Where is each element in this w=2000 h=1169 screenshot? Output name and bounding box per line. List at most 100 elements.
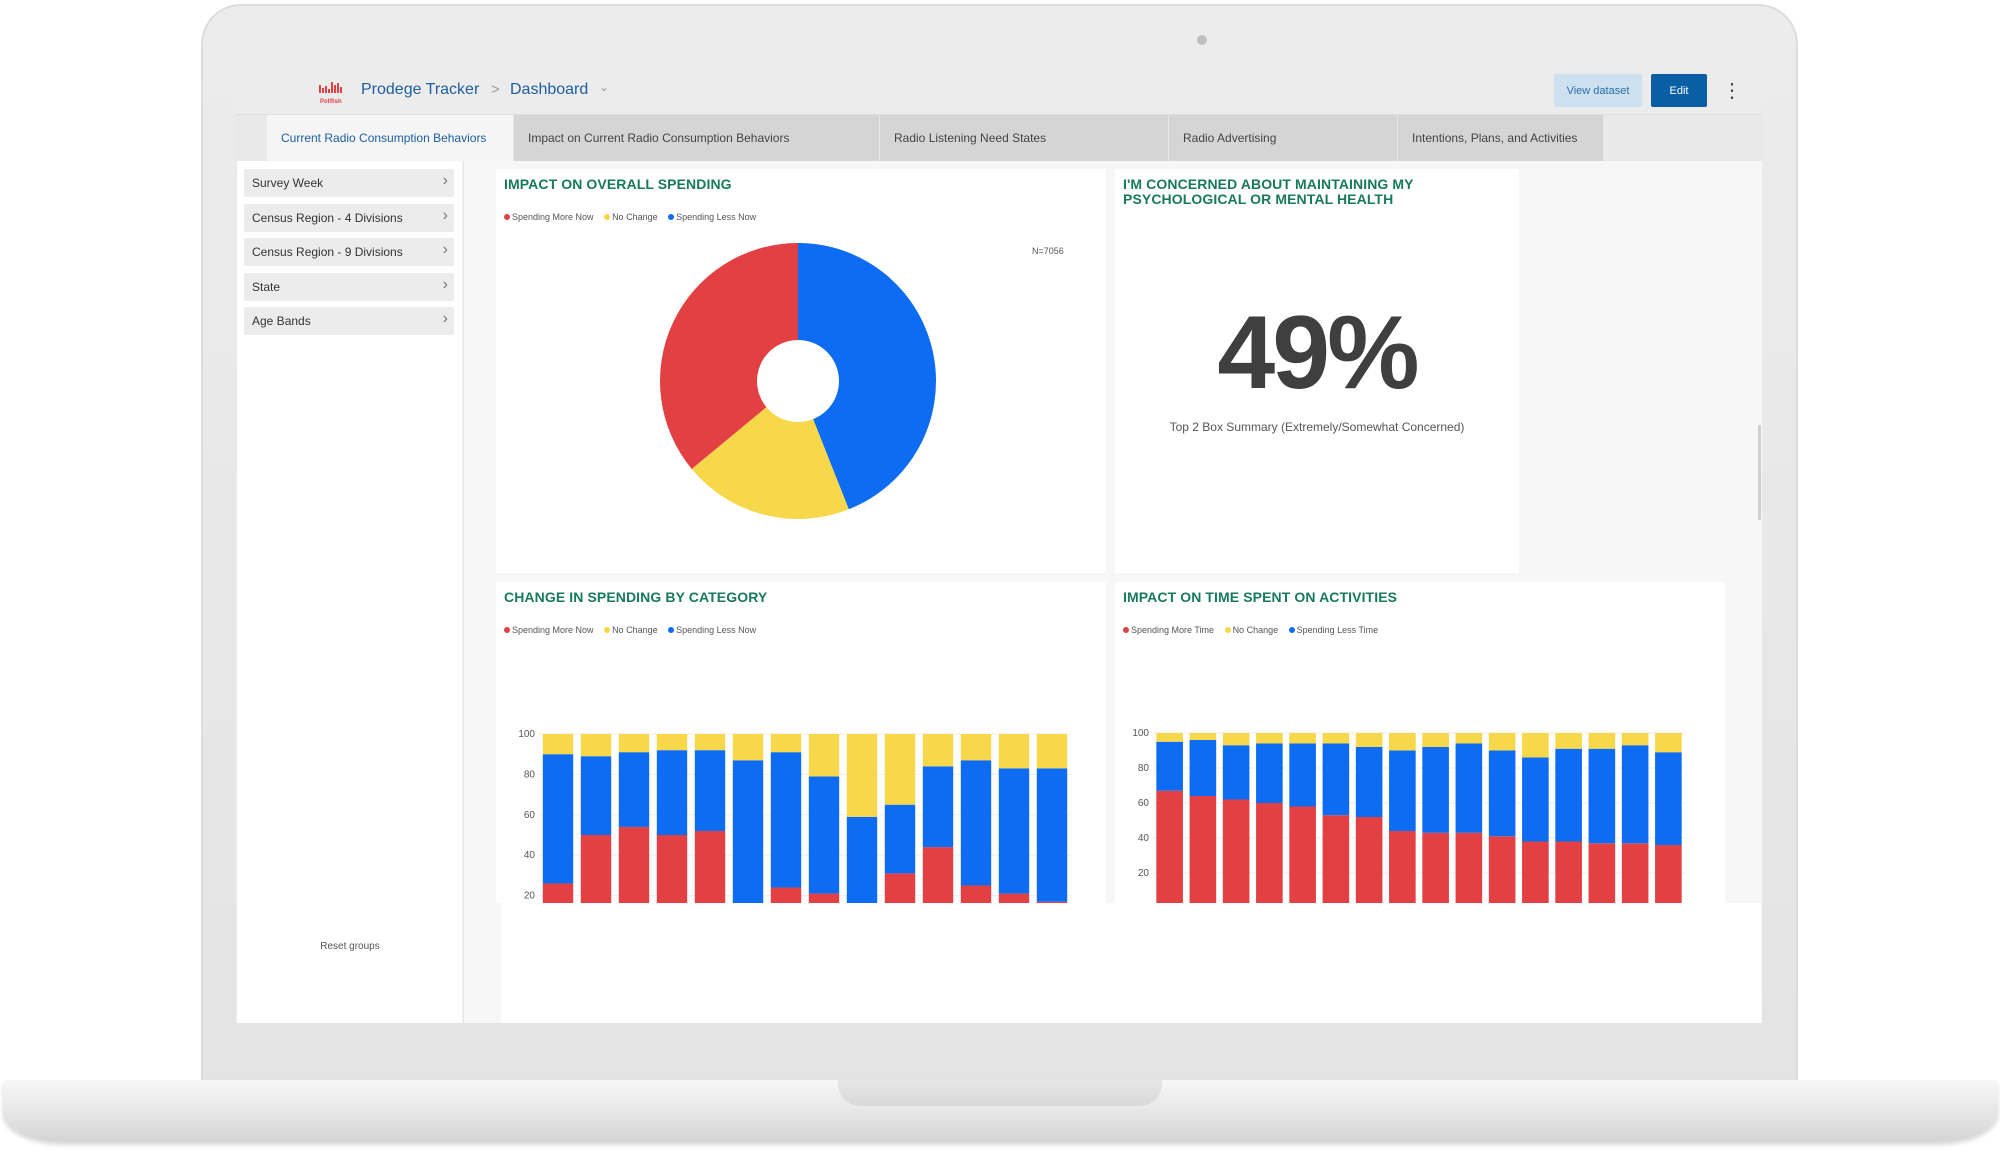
bar-segment-no-change[interactable] xyxy=(694,734,726,751)
tab-impact-on-radio-consumption[interactable]: Impact on Current Radio Consumption Beha… xyxy=(514,115,880,161)
pollfish-logo[interactable]: Pollfish xyxy=(317,79,349,107)
breadcrumb-dashboard[interactable]: Dashboard xyxy=(510,81,588,99)
bar-segment-no-change[interactable] xyxy=(808,734,840,777)
bar-segment-no-change[interactable] xyxy=(656,734,688,751)
bar-segment-less[interactable] xyxy=(1036,768,1068,902)
bar-segment-no-change[interactable] xyxy=(618,734,650,753)
bar-segment-no-change[interactable] xyxy=(1655,733,1682,753)
bar-segment-less[interactable] xyxy=(1322,743,1350,816)
bar-segment-less[interactable] xyxy=(1588,748,1616,844)
bar-segment-more[interactable] xyxy=(1555,841,1582,904)
edit-button[interactable]: Edit xyxy=(1651,74,1707,107)
bar-segment-less[interactable] xyxy=(998,768,1030,894)
bar-segment-more[interactable] xyxy=(1322,815,1350,903)
bar-segment-no-change[interactable] xyxy=(1189,733,1217,740)
bar-segment-less[interactable] xyxy=(960,760,992,886)
filter-age-bands[interactable]: Age Bands › xyxy=(244,307,454,335)
tab-radio-advertising[interactable]: Radio Advertising xyxy=(1169,115,1398,161)
tab-radio-listening-need-states[interactable]: Radio Listening Need States xyxy=(880,115,1169,161)
bar-segment-more[interactable] xyxy=(580,835,612,903)
bar-segment-less[interactable] xyxy=(732,760,764,903)
bar-segment-more[interactable] xyxy=(1488,836,1516,903)
bar-segment-more[interactable] xyxy=(656,835,688,903)
breadcrumb-app[interactable]: Prodege Tracker xyxy=(361,81,479,99)
bar-segment-no-change[interactable] xyxy=(1222,733,1250,746)
bar-segment-no-change[interactable] xyxy=(1036,734,1068,769)
bar-segment-less[interactable] xyxy=(1455,743,1483,833)
bar-segment-less[interactable] xyxy=(1222,745,1250,800)
bar-segment-more[interactable] xyxy=(1522,841,1549,904)
bar-segment-less[interactable] xyxy=(1289,743,1316,807)
bar-segment-more[interactable] xyxy=(998,893,1030,903)
bar-segment-less[interactable] xyxy=(1156,741,1183,791)
filter-census-region-9[interactable]: Census Region - 9 Divisions › xyxy=(244,238,454,266)
bar-segment-more[interactable] xyxy=(1289,806,1316,904)
bar-segment-more[interactable] xyxy=(1355,817,1383,903)
chevron-down-icon[interactable]: ⌄ xyxy=(599,80,609,94)
bar-segment-less[interactable] xyxy=(922,766,954,848)
bar-segment-no-change[interactable] xyxy=(542,734,574,755)
bar-segment-no-change[interactable] xyxy=(1621,733,1649,746)
bar-segment-more[interactable] xyxy=(922,847,954,903)
bar-segment-no-change[interactable] xyxy=(1389,733,1416,751)
bar-segment-no-change[interactable] xyxy=(846,734,878,817)
bar-segment-less[interactable] xyxy=(808,776,840,894)
bar-segment-no-change[interactable] xyxy=(1522,733,1549,758)
tab-intentions-plans-activities[interactable]: Intentions, Plans, and Activities xyxy=(1398,115,1604,161)
bar-segment-no-change[interactable] xyxy=(1322,733,1350,744)
reset-groups-link[interactable]: Reset groups xyxy=(237,941,463,952)
bar-segment-no-change[interactable] xyxy=(922,734,954,767)
bar-segment-no-change[interactable] xyxy=(1289,733,1316,744)
bar-segment-more[interactable] xyxy=(1455,832,1483,903)
bar-segment-more[interactable] xyxy=(884,873,916,903)
bar-segment-no-change[interactable] xyxy=(580,734,612,757)
bar-segment-more[interactable] xyxy=(542,883,574,903)
bar-segment-less[interactable] xyxy=(1355,747,1383,817)
bar-segment-less[interactable] xyxy=(542,754,574,884)
bar-segment-less[interactable] xyxy=(1389,750,1416,832)
bar-segment-less[interactable] xyxy=(1488,750,1516,837)
more-vertical-icon[interactable]: ⋮ xyxy=(1722,78,1742,104)
tab-current-radio-consumption[interactable]: Current Radio Consumption Behaviors xyxy=(267,115,514,161)
view-dataset-button[interactable]: View dataset xyxy=(1554,74,1642,107)
bar-segment-less[interactable] xyxy=(1621,745,1649,844)
bar-segment-more[interactable] xyxy=(1036,901,1068,903)
filter-state[interactable]: State › xyxy=(244,273,454,301)
bar-segment-less[interactable] xyxy=(1189,740,1217,796)
bar-segment-no-change[interactable] xyxy=(1422,733,1449,747)
bar-segment-no-change[interactable] xyxy=(998,734,1030,769)
bar-segment-more[interactable] xyxy=(770,887,802,903)
bar-segment-no-change[interactable] xyxy=(770,734,802,753)
bar-segment-more[interactable] xyxy=(1389,831,1416,903)
bar-segment-no-change[interactable] xyxy=(1355,733,1383,747)
bar-segment-less[interactable] xyxy=(1422,747,1449,833)
bar-segment-less[interactable] xyxy=(1555,748,1582,842)
bar-segment-no-change[interactable] xyxy=(1488,733,1516,751)
bar-segment-less[interactable] xyxy=(580,756,612,835)
bar-segment-no-change[interactable] xyxy=(960,734,992,761)
bar-segment-more[interactable] xyxy=(808,893,840,903)
bar-segment-no-change[interactable] xyxy=(1256,733,1283,744)
bar-segment-no-change[interactable] xyxy=(1588,733,1616,749)
bar-segment-less[interactable] xyxy=(1522,757,1549,842)
bar-segment-more[interactable] xyxy=(1156,790,1183,903)
bar-segment-more[interactable] xyxy=(694,830,726,903)
filter-census-region-4[interactable]: Census Region - 4 Divisions › xyxy=(244,204,454,232)
bar-segment-less[interactable] xyxy=(770,752,802,888)
bar-segment-less[interactable] xyxy=(846,816,878,903)
bar-segment-no-change[interactable] xyxy=(1455,733,1483,744)
bar-segment-more[interactable] xyxy=(618,826,650,903)
scrollbar[interactable] xyxy=(1758,425,1761,520)
bar-segment-no-change[interactable] xyxy=(732,734,764,761)
bar-segment-less[interactable] xyxy=(618,752,650,827)
bar-segment-less[interactable] xyxy=(1655,752,1682,845)
bar-segment-less[interactable] xyxy=(884,804,916,874)
bar-segment-less[interactable] xyxy=(1256,743,1283,804)
bar-segment-more[interactable] xyxy=(1655,845,1682,903)
bar-segment-more[interactable] xyxy=(1189,796,1217,903)
bar-segment-more[interactable] xyxy=(1222,799,1250,904)
bar-segment-more[interactable] xyxy=(1256,803,1283,903)
bar-segment-more[interactable] xyxy=(960,885,992,904)
bar-segment-no-change[interactable] xyxy=(1156,733,1183,742)
bar-segment-more[interactable] xyxy=(1621,843,1649,903)
